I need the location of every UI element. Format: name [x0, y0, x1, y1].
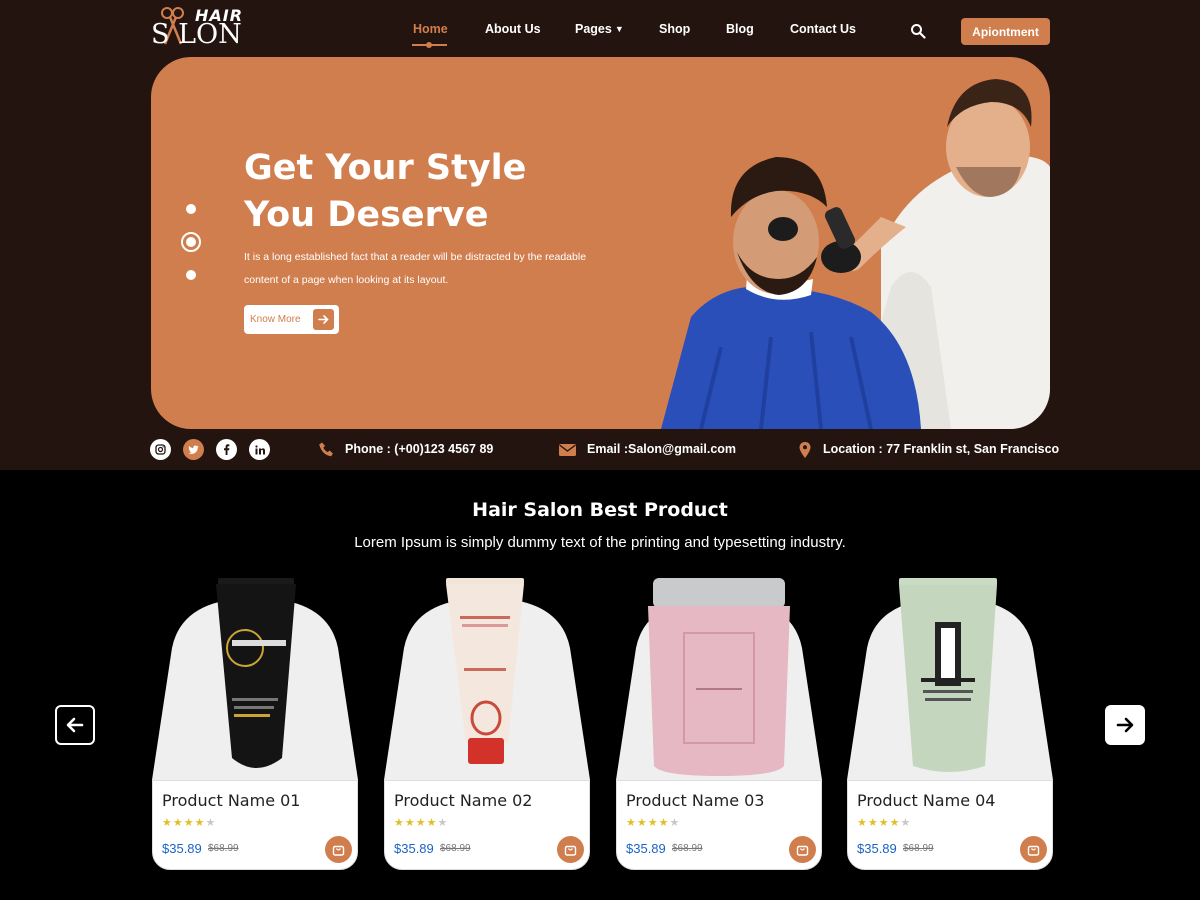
add-to-cart-button[interactable]: [557, 836, 584, 863]
product-name[interactable]: Product Name 01: [162, 791, 300, 810]
location-info[interactable]: Location : 77 Franklin st, San Francisco: [823, 442, 1059, 456]
products-section-subtitle: Lorem Ipsum is simply dummy text of the …: [354, 534, 846, 551]
instagram-icon[interactable]: [150, 439, 171, 460]
nav-pages[interactable]: Pages ▼: [575, 22, 624, 36]
chevron-down-icon: ▼: [614, 24, 624, 34]
star-empty-icon: ★: [437, 817, 449, 829]
product-card[interactable]: Product Name 04 ★★★★★ $35.89 $68.99: [847, 578, 1053, 870]
nav-pages-label: Pages: [575, 22, 612, 36]
appointment-button[interactable]: Apiontment: [961, 18, 1050, 45]
location-pin-icon: [799, 442, 811, 458]
rating-stars: ★★★★★: [162, 816, 216, 829]
product-old-price: $68.99: [903, 843, 934, 854]
phone-icon: [319, 442, 333, 457]
nav-about-us[interactable]: About Us: [485, 22, 541, 36]
slider-dot-2-active[interactable]: [181, 232, 201, 252]
product-image-black-tube: [216, 578, 296, 768]
shopping-bag-icon: [564, 845, 577, 856]
product-old-price: $68.99: [208, 843, 239, 854]
know-more-label: Know More: [250, 314, 301, 325]
star-icon: ★★★★: [626, 817, 670, 829]
product-name[interactable]: Product Name 02: [394, 791, 532, 810]
email-info[interactable]: Email :Salon@gmail.com: [587, 442, 736, 456]
product-price: $35.89: [162, 841, 202, 856]
carousel-prev-button[interactable]: [55, 705, 95, 745]
product-card-body: Product Name 03 ★★★★★ $35.89 $68.99: [616, 780, 822, 870]
arrow-right-icon: [313, 309, 334, 330]
know-more-button[interactable]: Know More: [244, 305, 339, 334]
hero-banner: Get Your Style You Deserve It is a long …: [151, 57, 1050, 429]
star-icon: ★★★★: [857, 817, 901, 829]
email-icon: [559, 444, 576, 456]
product-price: $35.89: [857, 841, 897, 856]
rating-stars: ★★★★★: [857, 816, 911, 829]
shopping-bag-icon: [1027, 845, 1040, 856]
star-empty-icon: ★: [900, 817, 912, 829]
twitter-icon[interactable]: [183, 439, 204, 460]
search-icon[interactable]: [910, 23, 926, 39]
product-card[interactable]: Product Name 01 ★★★★★ $35.89 $68.99: [152, 578, 358, 870]
products-section-title: Hair Salon Best Product: [472, 499, 728, 521]
product-name[interactable]: Product Name 04: [857, 791, 995, 810]
nav-active-indicator: [412, 42, 447, 48]
star-empty-icon: ★: [205, 817, 217, 829]
product-card-body: Product Name 01 ★★★★★ $35.89 $68.99: [152, 780, 358, 870]
hero-barber-image: [661, 79, 1050, 429]
shopping-bag-icon: [796, 845, 809, 856]
add-to-cart-button[interactable]: [789, 836, 816, 863]
product-price: $35.89: [626, 841, 666, 856]
hero-description: It is a long established fact that a rea…: [244, 251, 587, 286]
nav-shop[interactable]: Shop: [659, 22, 690, 36]
nav-contact-us[interactable]: Contact Us: [790, 22, 856, 36]
add-to-cart-button[interactable]: [1020, 836, 1047, 863]
product-image-pink-jar: [648, 578, 790, 776]
star-icon: ★★★★: [162, 817, 206, 829]
nav-blog[interactable]: Blog: [726, 22, 754, 36]
slider-dot-1[interactable]: [186, 204, 196, 214]
add-to-cart-button[interactable]: [325, 836, 352, 863]
product-card-body: Product Name 02 ★★★★★ $35.89 $68.99: [384, 780, 590, 870]
linkedin-icon[interactable]: [249, 439, 270, 460]
star-icon: ★★★★: [394, 817, 438, 829]
star-empty-icon: ★: [669, 817, 681, 829]
nav-home[interactable]: Home: [413, 22, 448, 36]
shopping-bag-icon: [332, 845, 345, 856]
rating-stars: ★★★★★: [394, 816, 448, 829]
header-hero-section: HAIR S LON Home About Us Pages ▼ Shop Blo…: [0, 0, 1200, 470]
product-image-cream-tube: [446, 578, 524, 764]
arrow-right-icon: [1116, 717, 1134, 733]
product-card[interactable]: Product Name 02 ★★★★★ $35.89 $68.99: [384, 578, 590, 870]
product-old-price: $68.99: [440, 843, 471, 854]
facebook-icon[interactable]: [216, 439, 237, 460]
product-name[interactable]: Product Name 03: [626, 791, 764, 810]
product-old-price: $68.99: [672, 843, 703, 854]
product-card[interactable]: Product Name 03 ★★★★★ $35.89 $68.99: [616, 578, 822, 870]
product-price: $35.89: [394, 841, 434, 856]
carousel-next-button[interactable]: [1105, 705, 1145, 745]
slider-dot-3[interactable]: [186, 270, 196, 280]
arrow-left-icon: [66, 717, 84, 733]
rating-stars: ★★★★★: [626, 816, 680, 829]
main-nav: Home About Us Pages ▼ Shop Blog Contact U…: [0, 0, 1200, 60]
product-image-green-tube: [899, 578, 997, 772]
product-card-body: Product Name 04 ★★★★★ $35.89 $68.99: [847, 780, 1053, 870]
phone-info[interactable]: Phone : (+00)123 4567 89: [345, 442, 493, 456]
